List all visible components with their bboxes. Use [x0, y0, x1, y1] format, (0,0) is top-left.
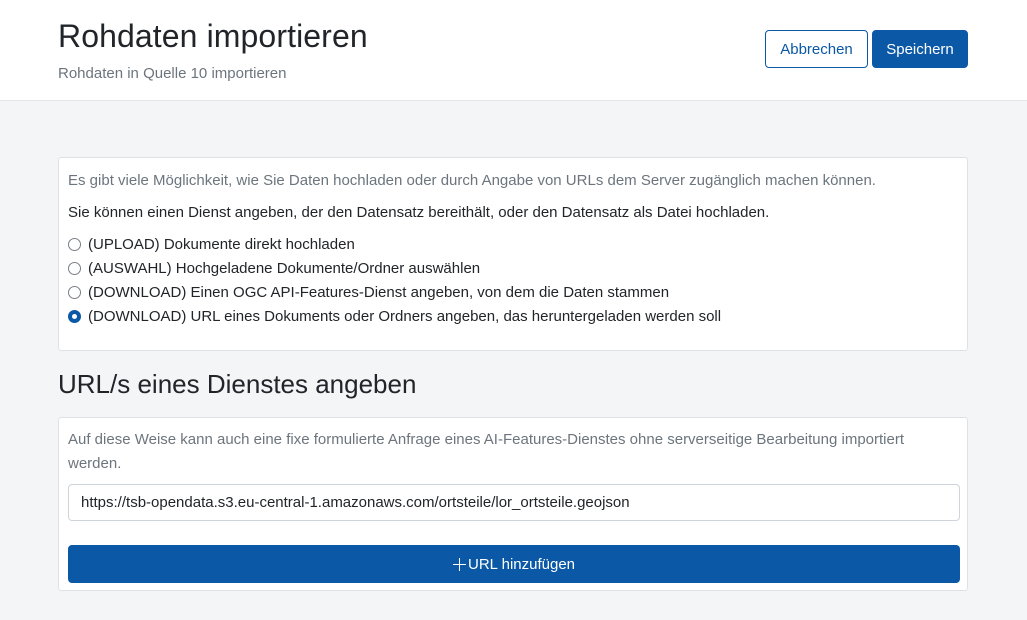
add-url-button-label: URL hinzufügen [467, 555, 575, 573]
page-subtitle: Rohdaten in Quelle 10 importieren [58, 65, 287, 82]
cancel-button[interactable]: Abbrechen [765, 30, 868, 68]
radio-option-select[interactable]: (AUSWAHL) Hochgeladene Dokumente/Ordner … [68, 256, 721, 280]
page-header: Rohdaten importieren Rohdaten in Quelle … [0, 0, 1027, 101]
import-method-radio-group: (UPLOAD) Dokumente direkt hochladen (AUS… [68, 232, 721, 328]
radio-option-url-download[interactable]: (DOWNLOAD) URL eines Dokuments oder Ordn… [68, 304, 721, 328]
options-intro-text: Sie können einen Dienst angeben, der den… [68, 204, 770, 221]
radio-option-label: (UPLOAD) Dokumente direkt hochladen [88, 235, 355, 253]
radio-button[interactable] [68, 261, 81, 275]
radio-option-upload[interactable]: (UPLOAD) Dokumente direkt hochladen [68, 232, 721, 256]
url-input-card: Auf diese Weise kann auch eine fixe form… [58, 417, 968, 591]
import-options-card: Es gibt viele Möglichkeit, wie Sie Daten… [58, 157, 968, 351]
radio-option-label: (AUSWAHL) Hochgeladene Dokumente/Ordner … [88, 259, 481, 277]
url-section-description: Auf diese Weise kann auch eine fixe form… [68, 431, 905, 472]
options-intro-muted: Es gibt viele Möglichkeit, wie Sie Daten… [68, 172, 876, 189]
add-url-button[interactable]: URL hinzufügen [68, 545, 960, 583]
radio-option-label: (DOWNLOAD) Einen OGC API-Features-Dienst… [88, 283, 670, 301]
plus-icon [452, 557, 466, 571]
radio-option-ogc-api[interactable]: (DOWNLOAD) Einen OGC API-Features-Dienst… [68, 280, 721, 304]
page-title: Rohdaten importieren [58, 18, 368, 54]
radio-button-selected[interactable] [68, 309, 81, 323]
radio-button[interactable] [68, 237, 81, 251]
radio-option-label: (DOWNLOAD) URL eines Dokuments oder Ordn… [88, 307, 722, 325]
save-button[interactable]: Speichern [872, 30, 968, 68]
url-input[interactable] [68, 484, 960, 521]
url-section-title: URL/s eines Dienstes angeben [58, 369, 417, 399]
radio-button[interactable] [68, 285, 81, 299]
